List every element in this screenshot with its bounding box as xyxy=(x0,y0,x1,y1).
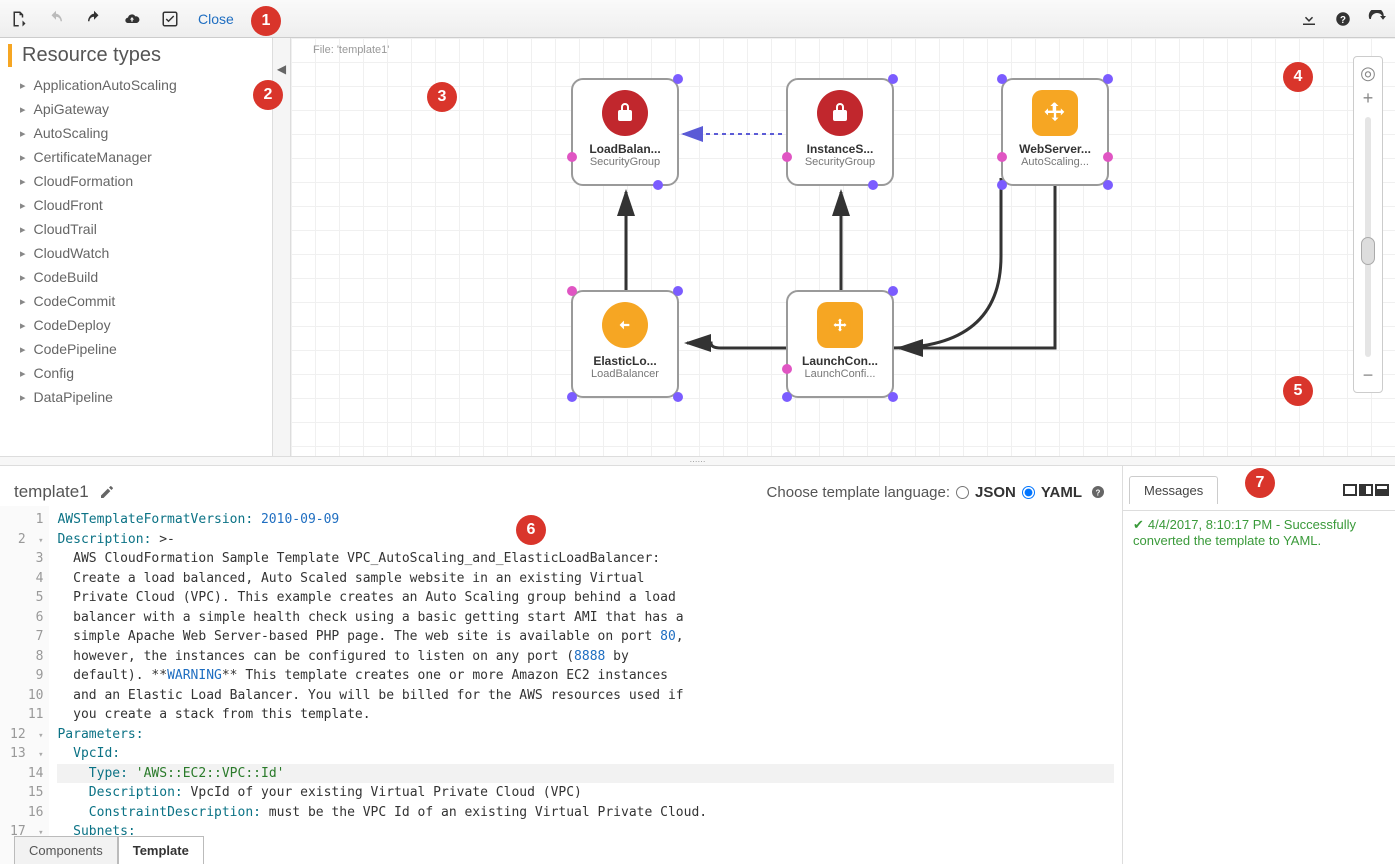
sidebar-title: Resource types xyxy=(8,44,272,67)
annotation-1: 1 xyxy=(251,6,281,36)
zoom-in-icon[interactable]: + xyxy=(1354,86,1382,111)
layout-icons[interactable] xyxy=(1343,484,1389,496)
node-title: LaunchCon... xyxy=(802,354,878,368)
resource-type-item[interactable]: CodePipeline xyxy=(8,337,272,361)
resource-type-item[interactable]: CodeCommit xyxy=(8,289,272,313)
resource-type-item[interactable]: CloudWatch xyxy=(8,241,272,265)
redo-icon[interactable] xyxy=(84,9,104,29)
tab-template[interactable]: Template xyxy=(118,836,204,864)
json-label[interactable]: JSON xyxy=(975,484,1016,501)
resource-type-item[interactable]: CloudFront xyxy=(8,193,272,217)
node-webserver-asg[interactable]: WebServer... AutoScaling... xyxy=(1001,78,1109,186)
annotation-5: 5 xyxy=(1283,376,1313,406)
resource-type-item[interactable]: CodeDeploy xyxy=(8,313,272,337)
svg-text:?: ? xyxy=(1340,14,1346,25)
resource-types-sidebar: Resource types ApplicationAutoScalingApi… xyxy=(0,38,291,456)
annotation-3: 3 xyxy=(427,82,457,112)
canvas[interactable]: File: 'template1' LoadBalan... SecurityG… xyxy=(291,38,1395,456)
template-name: template1 xyxy=(14,482,89,502)
file-new-icon[interactable] xyxy=(8,9,28,29)
close-link[interactable]: Close xyxy=(198,11,234,27)
annotation-2: 2 xyxy=(253,80,283,110)
resource-type-item[interactable]: ApiGateway xyxy=(8,97,272,121)
node-loadbalancer-sg[interactable]: LoadBalan... SecurityGroup xyxy=(571,78,679,186)
lang-label: Choose template language: xyxy=(767,484,950,501)
node-title: LoadBalan... xyxy=(589,142,660,156)
node-subtitle: LoadBalancer xyxy=(591,368,659,380)
node-subtitle: SecurityGroup xyxy=(805,156,875,168)
editor-pane: template1 Choose template language: JSON… xyxy=(0,466,1122,864)
yaml-label[interactable]: YAML xyxy=(1041,484,1082,501)
lang-help-icon[interactable]: ? xyxy=(1088,482,1108,502)
messages-pane: Messages ✔4/4/2017, 8:10:17 PM - Success… xyxy=(1122,466,1395,864)
node-title: ElasticLo... xyxy=(593,354,656,368)
annotation-7: 7 xyxy=(1245,468,1275,498)
annotation-4: 4 xyxy=(1283,62,1313,92)
resource-type-item[interactable]: ApplicationAutoScaling xyxy=(8,73,272,97)
node-subtitle: AutoScaling... xyxy=(1021,156,1089,168)
download-icon[interactable] xyxy=(1299,9,1319,29)
annotation-6: 6 xyxy=(516,515,546,545)
zoom-out-icon[interactable]: − xyxy=(1354,363,1382,388)
node-subtitle: SecurityGroup xyxy=(590,156,660,168)
node-title: WebServer... xyxy=(1019,142,1091,156)
resource-type-item[interactable]: CloudFormation xyxy=(8,169,272,193)
bottom-tabs: Components Template xyxy=(14,836,204,864)
resource-type-item[interactable]: DataPipeline xyxy=(8,385,272,409)
radio-json[interactable] xyxy=(956,486,969,499)
message-entry: ✔4/4/2017, 8:10:17 PM - Successfully con… xyxy=(1123,510,1395,554)
undo-icon[interactable] xyxy=(46,9,66,29)
node-elb[interactable]: ElasticLo... LoadBalancer xyxy=(571,290,679,398)
radio-yaml[interactable] xyxy=(1022,486,1035,499)
cloud-upload-icon[interactable] xyxy=(122,9,142,29)
resource-type-item[interactable]: AutoScaling xyxy=(8,121,272,145)
node-title: InstanceS... xyxy=(807,142,874,156)
toolbar: Close ? xyxy=(0,0,1395,38)
validate-icon[interactable] xyxy=(160,9,180,29)
resource-type-item[interactable]: CertificateManager xyxy=(8,145,272,169)
help-icon[interactable]: ? xyxy=(1333,9,1353,29)
tab-components[interactable]: Components xyxy=(14,836,118,864)
zoom-control: ◎ + − xyxy=(1353,56,1383,393)
language-chooser: Choose template language: JSON YAML ? xyxy=(767,482,1108,502)
splitter[interactable]: ⋯⋯ xyxy=(0,456,1395,466)
resource-type-item[interactable]: Config xyxy=(8,361,272,385)
node-subtitle: LaunchConfi... xyxy=(805,368,876,380)
code-editor[interactable]: 1 2 ▾3 4 5 6 7 8 9 10 11 12 ▾13 ▾14 15 1… xyxy=(0,506,1122,864)
refresh-icon[interactable] xyxy=(1367,9,1387,29)
check-icon: ✔ xyxy=(1133,517,1144,532)
svg-text:?: ? xyxy=(1096,488,1101,497)
resource-type-item[interactable]: CodeBuild xyxy=(8,265,272,289)
messages-tab[interactable]: Messages xyxy=(1129,476,1218,504)
node-launch-config[interactable]: LaunchCon... LaunchConfi... xyxy=(786,290,894,398)
edit-name-icon[interactable] xyxy=(97,482,117,502)
zoom-fit-icon[interactable]: ◎ xyxy=(1354,61,1382,86)
zoom-slider[interactable] xyxy=(1365,117,1371,357)
resource-type-item[interactable]: CloudTrail xyxy=(8,217,272,241)
node-instance-sg[interactable]: InstanceS... SecurityGroup xyxy=(786,78,894,186)
file-label: File: 'template1' xyxy=(313,44,389,56)
